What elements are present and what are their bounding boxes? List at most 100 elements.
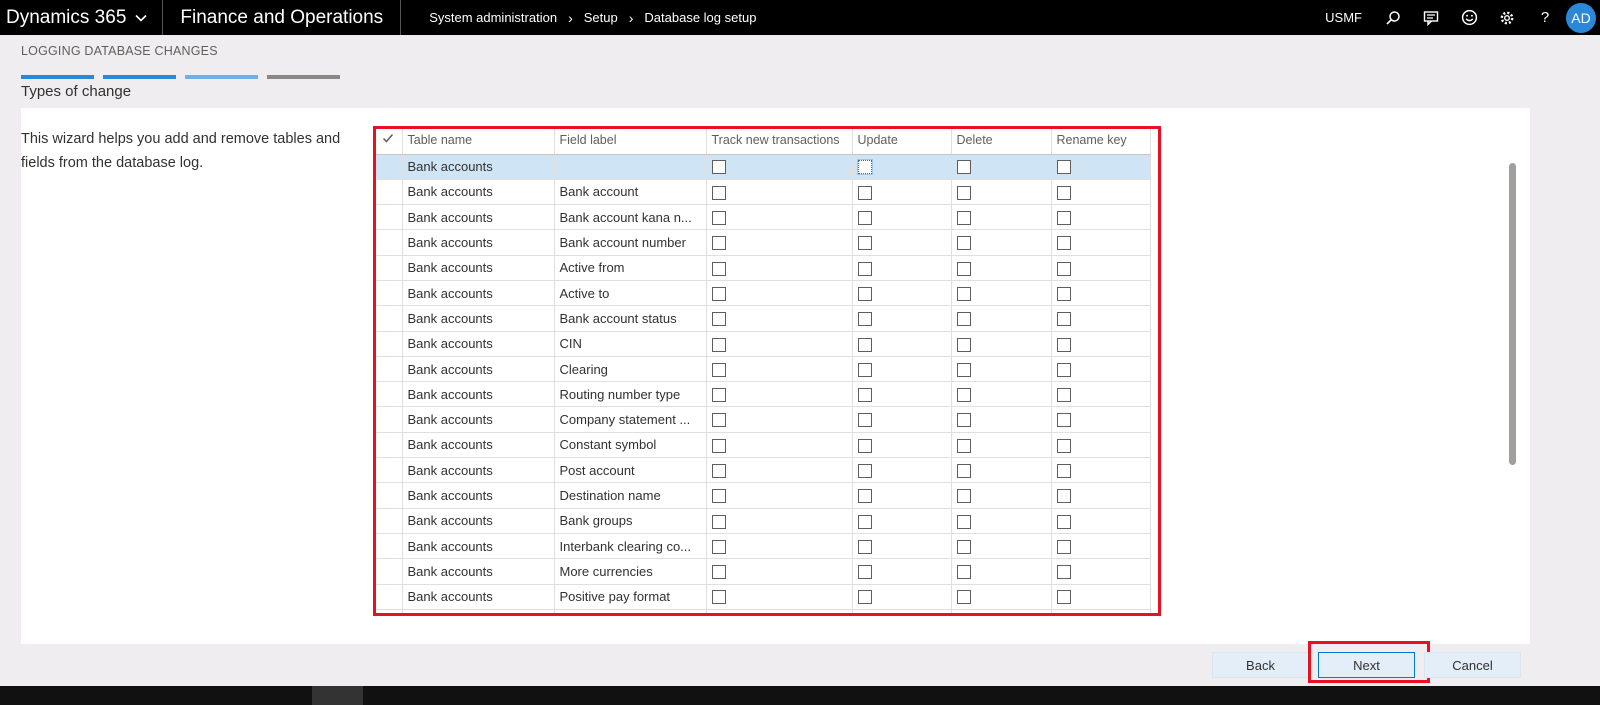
column-header-rename-key[interactable]: Rename key: [1051, 126, 1151, 155]
row-selector[interactable]: [375, 179, 403, 206]
track-new-transactions-checkbox[interactable]: [711, 489, 726, 504]
delete-checkbox[interactable]: [956, 438, 971, 453]
back-button[interactable]: Back: [1212, 652, 1309, 678]
track-new-transactions-checkbox[interactable]: [711, 565, 726, 580]
column-header-track-new-transactions[interactable]: Track new transactions: [706, 126, 853, 155]
update-checkbox[interactable]: [857, 463, 872, 478]
row-selector[interactable]: [375, 482, 403, 509]
search-icon[interactable]: [1374, 0, 1412, 35]
breadcrumb-item-database-log-setup[interactable]: Database log setup: [644, 10, 756, 25]
update-checkbox[interactable]: [857, 590, 872, 605]
delete-checkbox[interactable]: [956, 362, 971, 377]
row-selector[interactable]: [375, 584, 403, 610]
delete-checkbox[interactable]: [956, 337, 971, 352]
rename-key-checkbox[interactable]: [1056, 539, 1071, 554]
row-selector[interactable]: [375, 432, 403, 459]
column-header-update[interactable]: Update: [852, 126, 952, 155]
table-row[interactable]: Bank accounts Active to: [375, 280, 1151, 307]
track-new-transactions-checkbox[interactable]: [711, 211, 726, 226]
track-new-transactions-checkbox[interactable]: [711, 388, 726, 403]
update-checkbox[interactable]: [857, 565, 872, 580]
avatar[interactable]: AD: [1566, 2, 1596, 33]
breadcrumb-item-system-administration[interactable]: System administration: [429, 10, 557, 25]
gear-icon[interactable]: [1488, 0, 1526, 35]
taskbar-item[interactable]: [312, 686, 363, 705]
row-selector[interactable]: [375, 406, 403, 433]
rename-key-checkbox[interactable]: [1056, 413, 1071, 428]
row-selector[interactable]: [375, 508, 403, 534]
delete-checkbox[interactable]: [956, 590, 971, 605]
column-header-field-label[interactable]: Field label: [554, 126, 707, 155]
row-selector[interactable]: [375, 533, 403, 560]
next-button[interactable]: Next: [1318, 652, 1415, 678]
row-selector[interactable]: [375, 356, 403, 383]
row-selector[interactable]: [375, 255, 403, 281]
row-selector[interactable]: [375, 204, 403, 231]
update-checkbox[interactable]: [857, 185, 872, 200]
update-checkbox[interactable]: [857, 413, 872, 428]
update-checkbox[interactable]: [857, 286, 872, 301]
table-row[interactable]: Bank accounts Bank account number: [375, 229, 1151, 256]
chat-icon[interactable]: [1412, 0, 1450, 35]
track-new-transactions-checkbox[interactable]: [711, 362, 726, 377]
track-new-transactions-checkbox[interactable]: [711, 261, 726, 276]
rename-key-checkbox[interactable]: [1056, 463, 1071, 478]
rename-key-checkbox[interactable]: [1056, 388, 1071, 403]
rename-key-checkbox[interactable]: [1056, 362, 1071, 377]
smiley-icon[interactable]: [1450, 0, 1488, 35]
rename-key-checkbox[interactable]: [1056, 438, 1071, 453]
table-row[interactable]: Bank accounts Bank account kana n...: [375, 204, 1151, 231]
select-all-checkbox[interactable]: [375, 126, 403, 155]
track-new-transactions-checkbox[interactable]: [711, 236, 726, 251]
table-row[interactable]: Bank accounts Active from: [375, 255, 1151, 281]
column-header-table-name[interactable]: Table name: [402, 126, 555, 155]
delete-checkbox[interactable]: [956, 185, 971, 200]
delete-checkbox[interactable]: [956, 489, 971, 504]
rename-key-checkbox[interactable]: [1056, 286, 1071, 301]
track-new-transactions-checkbox[interactable]: [711, 590, 726, 605]
row-selector[interactable]: [375, 154, 403, 180]
table-row[interactable]: Bank accounts: [375, 154, 1151, 180]
update-checkbox[interactable]: [857, 514, 872, 529]
delete-checkbox[interactable]: [956, 413, 971, 428]
column-header-delete[interactable]: Delete: [951, 126, 1052, 155]
row-selector[interactable]: [375, 305, 403, 332]
table-row[interactable]: Bank accounts Constant symbol: [375, 432, 1151, 459]
rename-key-checkbox[interactable]: [1056, 185, 1071, 200]
breadcrumb-item-setup[interactable]: Setup: [584, 10, 618, 25]
rename-key-checkbox[interactable]: [1056, 337, 1071, 352]
update-checkbox[interactable]: [857, 438, 872, 453]
rename-key-checkbox[interactable]: [1056, 489, 1071, 504]
track-new-transactions-checkbox[interactable]: [711, 413, 726, 428]
table-row[interactable]: Bank accounts Bank groups: [375, 508, 1151, 534]
vertical-scrollbar[interactable]: [1509, 163, 1516, 465]
table-row[interactable]: Bank accounts CIN: [375, 331, 1151, 357]
delete-checkbox[interactable]: [956, 539, 971, 554]
rename-key-checkbox[interactable]: [1056, 160, 1071, 175]
table-row[interactable]: Bank accounts Interbank clearing co...: [375, 533, 1151, 560]
table-row[interactable]: Bank accounts More currencies: [375, 558, 1151, 585]
rename-key-checkbox[interactable]: [1056, 236, 1071, 251]
rename-key-checkbox[interactable]: [1056, 565, 1071, 580]
rename-key-checkbox[interactable]: [1056, 261, 1071, 276]
dynamics-365-menu[interactable]: Dynamics 365: [0, 0, 164, 35]
track-new-transactions-checkbox[interactable]: [711, 160, 726, 175]
table-row[interactable]: [375, 609, 1151, 613]
delete-checkbox[interactable]: [956, 312, 971, 327]
track-new-transactions-checkbox[interactable]: [711, 286, 726, 301]
table-row[interactable]: Bank accounts Positive pay format: [375, 584, 1151, 610]
row-selector[interactable]: [375, 558, 403, 585]
row-selector[interactable]: [375, 609, 403, 613]
row-selector[interactable]: [375, 381, 403, 408]
delete-checkbox[interactable]: [956, 565, 971, 580]
track-new-transactions-checkbox[interactable]: [711, 312, 726, 327]
cancel-button[interactable]: Cancel: [1424, 652, 1521, 678]
update-checkbox[interactable]: [857, 236, 872, 251]
table-row[interactable]: Bank accounts Company statement ...: [375, 406, 1151, 433]
row-selector[interactable]: [375, 229, 403, 256]
help-icon[interactable]: ?: [1526, 0, 1564, 35]
table-row[interactable]: Bank accounts Post account: [375, 457, 1151, 484]
update-checkbox[interactable]: [857, 539, 872, 554]
rename-key-checkbox[interactable]: [1056, 514, 1071, 529]
update-checkbox[interactable]: [857, 362, 872, 377]
